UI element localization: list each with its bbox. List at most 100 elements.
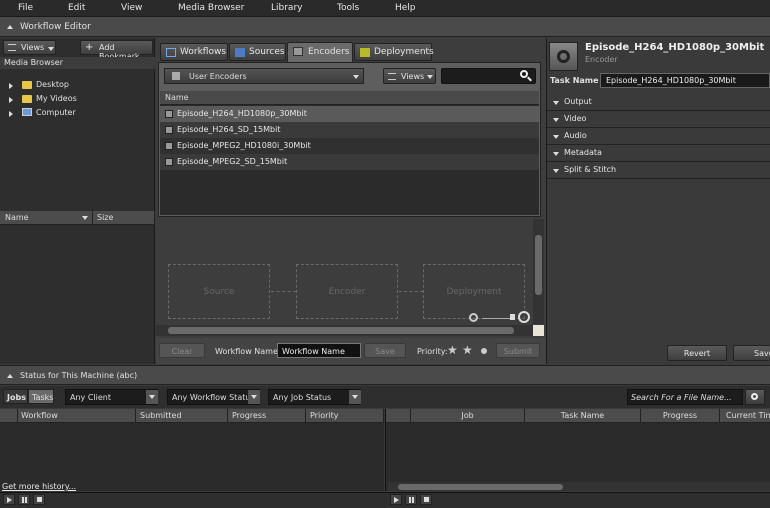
menu-media-browser[interactable]: Media Browser [178, 3, 244, 13]
tab-tasks[interactable]: Tasks [28, 389, 54, 404]
workflow-name-input[interactable]: Workflow Name [277, 343, 361, 358]
tree-item-computer[interactable]: Computer [8, 108, 148, 122]
tab-jobs[interactable]: Jobs [3, 389, 28, 404]
window-title: Workflow Editor [20, 22, 91, 32]
encoder-search-input[interactable] [441, 68, 536, 84]
zoom-out-icon[interactable] [469, 313, 478, 322]
encoders-views-button[interactable]: Views [383, 68, 436, 84]
menu-file[interactable]: File [18, 3, 33, 13]
tab-sources[interactable]: Sources [229, 43, 286, 61]
zoom-slider[interactable] [482, 318, 512, 319]
tree-item-my-videos[interactable]: My Videos [8, 94, 148, 108]
tab-deployments[interactable]: Deployments [354, 43, 434, 61]
tab-encoders[interactable]: Encoders [287, 42, 353, 62]
chevron-down-icon [553, 152, 559, 156]
chevron-down-icon [48, 47, 54, 51]
menu-library[interactable]: Library [271, 3, 302, 13]
play-icon [7, 497, 12, 503]
collapse-icon[interactable] [7, 25, 13, 29]
encoder-col-name[interactable]: Name [160, 91, 539, 105]
encoder-dropzone[interactable]: Encoder [296, 264, 398, 319]
col-header-priority[interactable]: Priority [306, 409, 384, 423]
chevron-down-icon [353, 75, 359, 79]
revert-button[interactable]: Revert [667, 345, 727, 361]
workflow-icon [166, 48, 176, 57]
expand-icon[interactable] [9, 111, 13, 117]
inspector-save-button[interactable]: Save [733, 345, 770, 361]
tab-workflows[interactable]: Workflows [160, 43, 228, 61]
save-workflow-button[interactable]: Save [364, 343, 406, 358]
clear-button[interactable]: Clear [159, 343, 205, 358]
menu-view[interactable]: View [121, 3, 142, 13]
expand-icon[interactable] [9, 83, 13, 89]
workflow-editor-header[interactable]: Workflow Editor [0, 17, 770, 37]
menu-edit[interactable]: Edit [68, 3, 85, 13]
encoder-row[interactable]: Episode_MPEG2_SD_15Mbit [160, 154, 539, 170]
col-header-current-time[interactable]: Current Time [720, 409, 770, 423]
encoder-row[interactable]: Episode_H264_SD_15Mbit [160, 122, 539, 138]
chevron-down-icon [553, 169, 559, 173]
media-browser-header: Media Browser [0, 57, 155, 69]
col-header-task-progress[interactable]: Progress [641, 409, 720, 423]
chevron-down-icon [427, 75, 433, 79]
encoder-row[interactable]: Episode_H264_HD1080p_30Mbit [160, 106, 539, 122]
more-history-link[interactable]: Get more history... [2, 482, 76, 491]
encoder-icon [165, 142, 173, 150]
chevron-down-icon [251, 395, 257, 399]
status-footer [0, 492, 770, 508]
task-stop-button[interactable] [420, 494, 432, 505]
left-views-button[interactable]: Views [3, 40, 56, 55]
task-name-input[interactable]: Episode_H264_HD1080p_30Mbit [600, 73, 770, 88]
deployments-icon [360, 48, 370, 57]
menu-tools[interactable]: Tools [337, 3, 359, 13]
zoom-in-icon[interactable] [518, 311, 530, 323]
encoder-source-dropdown[interactable]: User Encoders [164, 68, 364, 84]
deployment-dropzone[interactable]: Deployment [423, 264, 525, 319]
source-dropzone[interactable]: Source [168, 264, 270, 319]
job-status-select[interactable]: Any Job Status [268, 389, 361, 405]
file-search-input[interactable]: Search For a File Name... [627, 389, 743, 405]
col-header-size[interactable]: Size [93, 211, 155, 225]
pause-icon [22, 497, 27, 503]
section-metadata[interactable]: Metadata [547, 145, 770, 162]
section-split-stitch[interactable]: Split & Stitch [547, 162, 770, 179]
submit-button[interactable]: Submit [496, 343, 540, 358]
workflow-name-label: Workflow Name: [215, 347, 281, 356]
tasks-hscrollbar[interactable] [388, 482, 770, 491]
stop-button[interactable] [33, 494, 45, 505]
list-icon [8, 44, 16, 51]
status-header[interactable]: Status for This Machine (abc) [0, 365, 770, 385]
col-header-submitted[interactable]: Submitted [136, 409, 228, 423]
col-header-name[interactable]: Name [0, 211, 93, 225]
section-audio[interactable]: Audio [547, 128, 770, 145]
pause-button[interactable] [18, 494, 30, 505]
col-header-task-name[interactable]: Task Name [525, 409, 641, 423]
priority-star-icon[interactable]: ★ [447, 343, 458, 357]
status-title: Status for This Machine (abc) [20, 371, 138, 380]
priority-star-icon[interactable]: ★ [462, 343, 473, 357]
chevron-down-icon [149, 395, 155, 399]
section-output[interactable]: Output [547, 94, 770, 111]
play-button[interactable] [3, 494, 15, 505]
sort-icon [82, 216, 88, 220]
col-header-progress[interactable]: Progress [228, 409, 306, 423]
menu-help[interactable]: Help [395, 3, 416, 13]
expand-icon[interactable] [9, 97, 13, 103]
tree-item-desktop[interactable]: Desktop [8, 80, 148, 94]
file-search-button[interactable] [745, 389, 765, 405]
canvas-hscrollbar[interactable] [156, 325, 533, 336]
col-header-job[interactable]: Job [411, 409, 525, 423]
client-filter-select[interactable]: Any Client [65, 389, 158, 405]
canvas-vscrollbar[interactable] [533, 219, 544, 324]
col-header-workflow[interactable]: Workflow [18, 409, 136, 423]
folder-icon [22, 81, 32, 89]
task-pause-button[interactable] [405, 494, 417, 505]
add-bookmark-button[interactable]: + Add Bookmark [80, 40, 153, 61]
task-play-button[interactable] [390, 494, 402, 505]
workflow-status-select[interactable]: Any Workflow Status [167, 389, 260, 405]
encoder-row[interactable]: Episode_MPEG2_HD1080i_30Mbit [160, 138, 539, 154]
gear-icon [557, 50, 570, 63]
section-video[interactable]: Video [547, 111, 770, 128]
collapse-icon[interactable] [7, 374, 13, 378]
priority-dot-icon[interactable] [481, 348, 487, 354]
